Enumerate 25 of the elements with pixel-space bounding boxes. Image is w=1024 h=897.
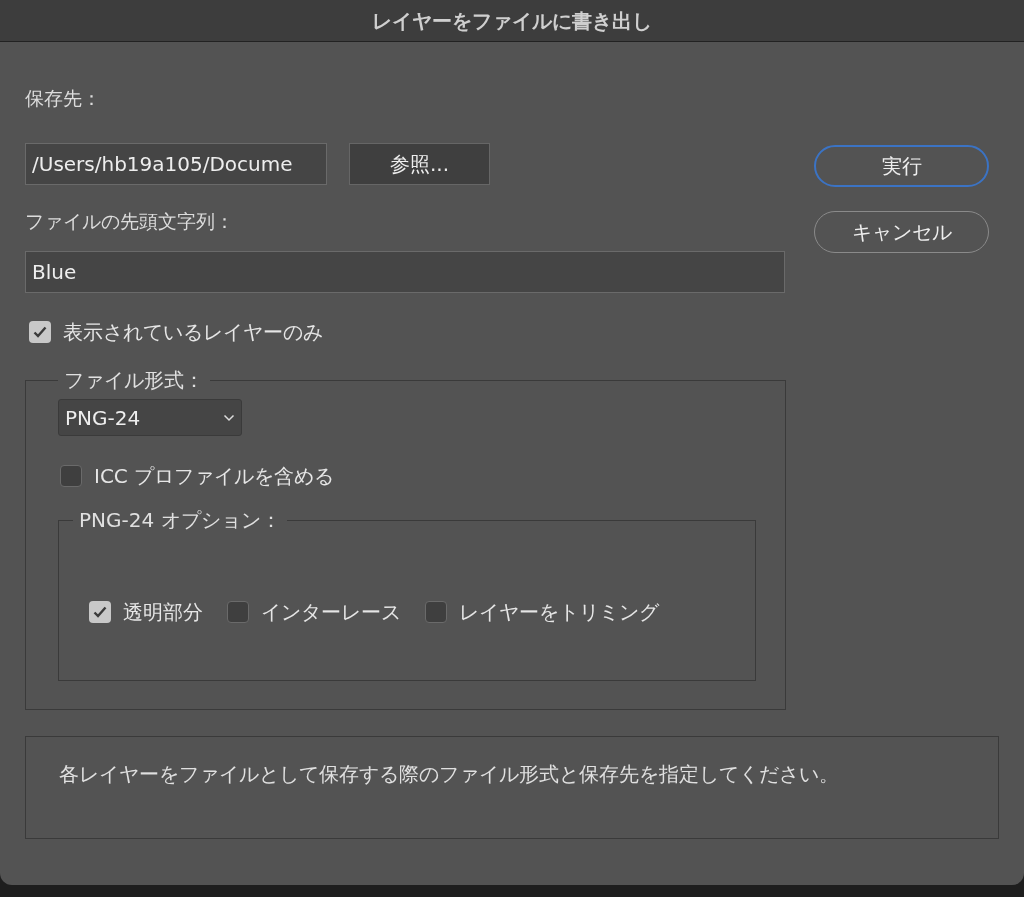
dialog-button[interactable]: キャンセル [814,211,989,253]
path-field[interactable]: /Users/hb19a105/Docume [25,142,327,185]
checkbox-label: ICC プロファイルを含める [94,463,335,490]
checkbox-label: インターレース [261,599,401,626]
checkbox[interactable] [227,601,249,623]
group-legend: PNG-24 オプション： [73,505,287,535]
checkbox-label: レイヤーをトリミング [459,599,659,626]
checkbox[interactable] [425,601,447,623]
chevron-down-icon [223,413,235,422]
dialog-button[interactable]: 実行 [814,145,989,187]
checkbox-label: 透明部分 [123,599,203,626]
group-legend: ファイル形式： [58,365,210,395]
description-text: 各レイヤーをファイルとして保存する際のファイル形式と保存先を指定してください。 [59,762,839,786]
prefix-label: ファイルの先頭文字列： [25,208,235,234]
destination-label: 保存先： [25,86,102,111]
browse-button[interactable]: 参照... [349,142,490,185]
checkbox[interactable] [29,321,51,343]
prefix-field[interactable]: Blue [25,251,785,293]
checkmark-icon [33,326,47,338]
checkbox[interactable] [60,465,82,487]
format-dropdown[interactable]: PNG-24 [58,399,242,436]
checkbox-label: 表示されているレイヤーのみ [63,319,323,346]
window-title: レイヤーをファイルに書き出し [372,7,652,35]
checkbox[interactable] [89,601,111,623]
checkmark-icon [93,606,107,618]
